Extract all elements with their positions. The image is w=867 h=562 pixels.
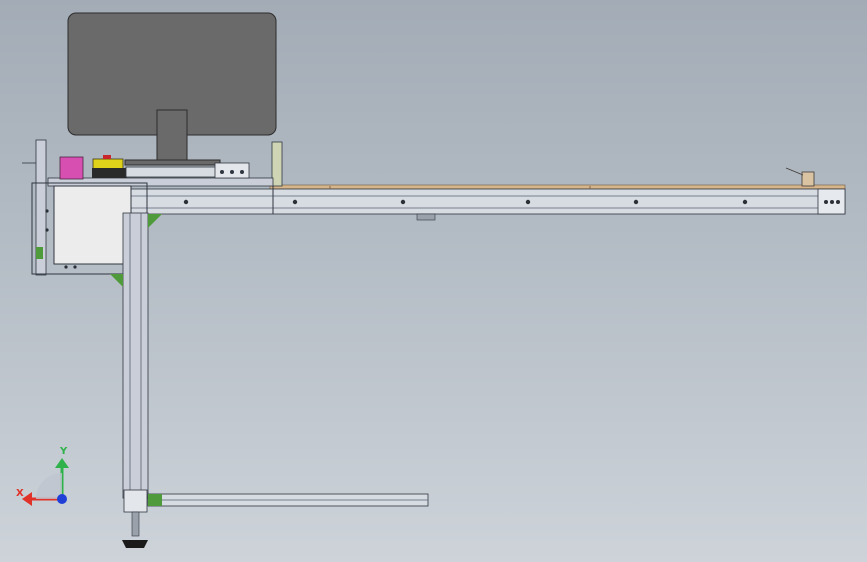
- bolt: [400, 199, 406, 205]
- end-post: [801, 171, 815, 187]
- assembly-drawing[interactable]: Y X: [0, 0, 867, 562]
- leg-profile: [122, 212, 149, 499]
- bolt: [292, 199, 298, 205]
- bolt: [73, 265, 77, 269]
- terminal-screw: [220, 170, 224, 174]
- coordinate-triad: Y X: [16, 446, 69, 506]
- beam-clip: [416, 213, 436, 221]
- main-beam: [129, 188, 846, 215]
- y-axis-label: Y: [59, 446, 68, 457]
- monitor[interactable]: [67, 12, 277, 166]
- wood-strip: [269, 184, 846, 190]
- y-arrow-head: [55, 458, 69, 468]
- triad-arc: [36, 473, 62, 499]
- support-upright: [271, 141, 283, 187]
- rail: [125, 166, 227, 178]
- bolt: [633, 199, 639, 205]
- bolt: [830, 200, 834, 204]
- green-bracket: [36, 247, 43, 259]
- terminal-screw: [240, 170, 244, 174]
- red-button: [103, 155, 111, 159]
- cad-viewport[interactable]: Y X: [0, 0, 867, 562]
- corner-gusset: [148, 214, 162, 228]
- base-assembly[interactable]: [122, 489, 429, 548]
- bolt: [742, 199, 748, 205]
- bolt: [824, 200, 828, 204]
- pink-block: [59, 156, 84, 180]
- bolt: [64, 265, 68, 269]
- bolt: [836, 200, 840, 204]
- terminal-screw: [230, 170, 234, 174]
- cabinet: [53, 185, 132, 265]
- bolt: [45, 209, 49, 213]
- monitor-base: [124, 159, 221, 166]
- bolt: [45, 228, 49, 232]
- x-axis-label: X: [16, 488, 24, 499]
- bolt: [183, 199, 189, 205]
- monitor-stand: [156, 109, 188, 163]
- corner-gusset: [110, 274, 123, 287]
- foot-pad: [122, 540, 148, 548]
- foot-shaft: [131, 511, 140, 537]
- z-axis-dot: [57, 494, 67, 504]
- base-corner-bracket: [148, 494, 162, 506]
- foot-bracket: [123, 489, 148, 513]
- black-block: [92, 168, 127, 178]
- bolt: [525, 199, 531, 205]
- end-post-wire: [785, 167, 804, 176]
